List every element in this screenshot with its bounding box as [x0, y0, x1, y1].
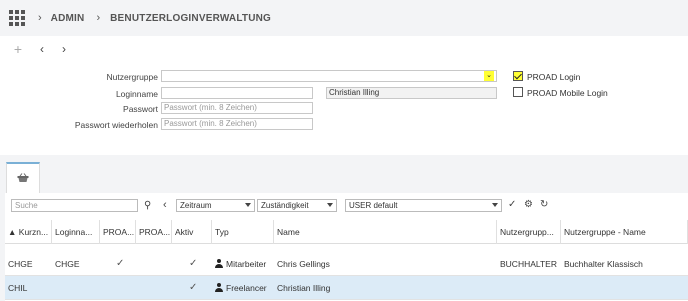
cell-nutzergruppe-name: Buchhalter Klassisch [564, 259, 643, 269]
dropdown-arrow-icon [245, 203, 251, 207]
column-header-kurzname[interactable]: ▲ Kurzn... [5, 220, 52, 244]
cell-name: Chris Gellings [277, 259, 330, 269]
cell-proad-login: ✓ [116, 258, 125, 269]
breadcrumb-admin[interactable]: ADMIN [51, 13, 85, 24]
nutzergruppe-select[interactable]: ⌄ [161, 70, 497, 82]
cell-nutzergruppe: BUCHHALTER [500, 259, 557, 269]
cell-proad-login [113, 276, 133, 300]
table-row[interactable]: CHGE CHGE ✓ ✓ Mitarbeiter Chris Gellings… [5, 252, 688, 276]
record-toolbar: + ‹ › [0, 36, 688, 62]
person-icon [215, 259, 223, 268]
cell-loginname [52, 276, 100, 300]
person-icon [215, 283, 223, 292]
basket-icon [17, 173, 29, 182]
column-header-aktiv[interactable]: Aktiv [172, 220, 212, 244]
passwort-label: Passwort [123, 104, 158, 114]
column-header-typ[interactable]: Typ [212, 220, 274, 244]
cell-proad-mobile [136, 276, 172, 300]
cell-typ: Mitarbeiter [212, 252, 274, 276]
cell-nutzergruppe-name [561, 276, 688, 300]
passwort-wiederholen-label: Passwort wiederholen [74, 120, 158, 130]
gear-icon[interactable]: ⚙ [524, 199, 533, 210]
add-icon[interactable]: + [12, 41, 24, 57]
table-row[interactable]: CHIL ✓ Freelancer Christian Illing [5, 276, 688, 300]
chevron-down-icon[interactable]: ⌄ [484, 71, 494, 81]
passwort-wiederholen-input[interactable]: Passwort (min. 8 Zeichen) [161, 118, 313, 130]
proad-login-label: PROAD Login [527, 72, 581, 82]
display-name-field: Christian Illing [326, 87, 497, 99]
nutzergruppe-label: Nutzergruppe [106, 72, 158, 82]
next-record-icon[interactable]: › [58, 42, 70, 56]
table-header: ▲ Kurzn... Loginna... PROA... PROA... Ak… [5, 220, 688, 244]
cell-proad-mobile [136, 252, 172, 276]
cell-loginname: CHGE [55, 259, 80, 269]
search-input[interactable]: Suche [11, 199, 138, 212]
dropdown-arrow-icon [327, 203, 333, 207]
cell-typ: Freelancer [212, 276, 274, 300]
loginname-input[interactable] [161, 87, 313, 99]
breadcrumb-page-title: BENUTZERLOGINVERWALTUNG [110, 12, 272, 24]
column-header-name[interactable]: Name [274, 220, 497, 244]
proad-login-checkbox[interactable] [513, 71, 523, 81]
cell-kurzname: CHGE [8, 259, 33, 269]
chevron-left-icon[interactable]: ‹ [163, 199, 167, 211]
proad-mobile-login-checkbox[interactable] [513, 87, 523, 97]
view-select[interactable]: USER default [345, 199, 502, 212]
app-grid-icon[interactable] [9, 10, 25, 26]
cell-nutzergruppe [497, 276, 561, 300]
chevron-right-icon: › [38, 12, 42, 24]
cell-name: Christian Illing [277, 283, 331, 293]
zeitraum-select[interactable]: Zeitraum [176, 199, 255, 212]
passwort-input[interactable]: Passwort (min. 8 Zeichen) [161, 102, 313, 114]
cell-aktiv: ✓ [189, 258, 198, 269]
zustaendigkeit-select[interactable]: Zuständigkeit [257, 199, 337, 212]
refresh-icon[interactable]: ↻ [540, 199, 548, 210]
search-icon[interactable]: ⚲ [144, 200, 151, 211]
column-header-nutzergruppe[interactable]: Nutzergrupp... [497, 220, 561, 244]
column-header-proad-mobile[interactable]: PROA... [136, 220, 172, 244]
cell-aktiv: ✓ [189, 282, 198, 293]
top-bar: › ADMIN › BENUTZERLOGINVERWALTUNG [0, 0, 688, 36]
column-header-loginname[interactable]: Loginna... [52, 220, 100, 244]
tab-basket[interactable] [6, 162, 40, 193]
loginname-label: Loginname [115, 89, 158, 99]
dropdown-arrow-icon [492, 203, 498, 207]
column-header-nutzergruppe-name[interactable]: Nutzergruppe - Name [561, 220, 688, 244]
proad-mobile-login-label: PROAD Mobile Login [527, 88, 608, 98]
apply-check-icon[interactable]: ✓ [508, 199, 516, 210]
column-header-proad-login[interactable]: PROA... [100, 220, 136, 244]
previous-record-icon[interactable]: ‹ [36, 42, 48, 56]
chevron-right-icon: › [96, 12, 101, 24]
cell-kurzname: CHIL [8, 283, 28, 293]
